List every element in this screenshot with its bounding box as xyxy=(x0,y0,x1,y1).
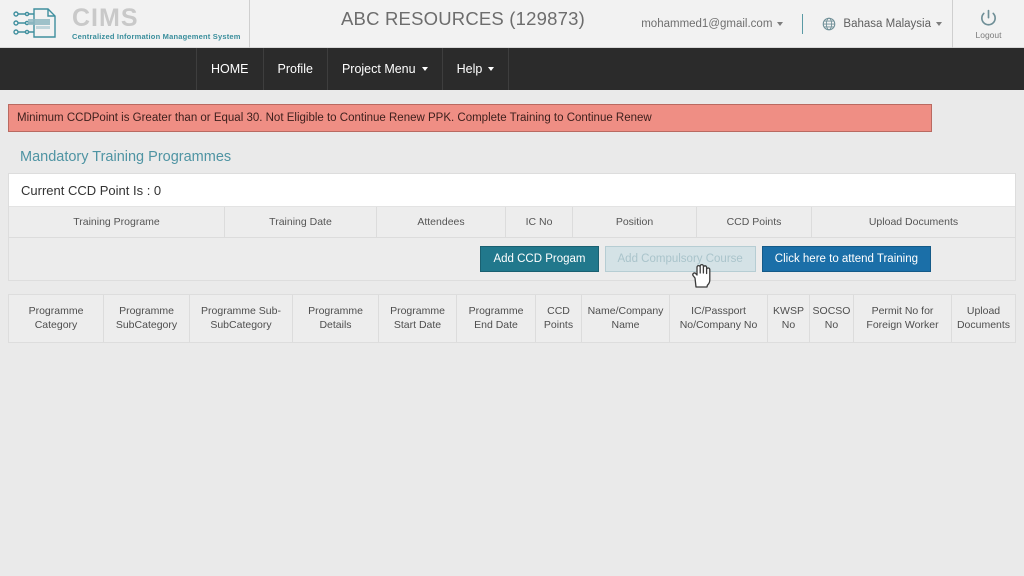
nav-item-profile[interactable]: Profile xyxy=(262,48,328,90)
app-logo[interactable]: CIMS Centralized Information Management … xyxy=(0,0,250,48)
training-table-header: Training Programe Training Date Attendees I… xyxy=(9,207,1015,238)
power-icon xyxy=(981,9,996,26)
section-heading: Mandatory Training Programmes xyxy=(20,149,232,165)
column-header: Training Date xyxy=(224,207,376,237)
chevron-down-icon xyxy=(777,22,784,26)
column-header: Programme End Date xyxy=(456,295,535,342)
column-header: KWSP No xyxy=(767,295,809,342)
mandatory-training-panel: Current CCD Point Is : 0 Training Progra… xyxy=(8,173,1016,281)
nav-item-label: Help xyxy=(456,62,483,76)
nav-item-home[interactable]: HOME xyxy=(196,48,264,90)
column-header: Position xyxy=(572,207,696,237)
column-header: Training Programe xyxy=(73,215,160,228)
column-header: Programme Sub-SubCategory xyxy=(189,295,292,342)
user-email-label: mohammed1@gmail.com xyxy=(641,18,773,30)
programme-table-header: Programme Category Programme SubCategory P… xyxy=(9,295,1015,342)
logout-label: Logout xyxy=(975,30,1002,40)
logo-subtitle: Centralized Information Management Syste… xyxy=(72,32,241,42)
column-header: Programme Start Date xyxy=(378,295,456,342)
nav-item-label: Project Menu xyxy=(341,62,416,76)
column-header: IC No xyxy=(505,207,572,237)
warning-alert: Minimum CCDPoint is Greater than or Equa… xyxy=(8,104,932,132)
chevron-down-icon xyxy=(421,67,428,71)
column-header: Upload Documents xyxy=(951,295,1015,342)
header-divider xyxy=(802,14,804,34)
cims-circuit-document-icon xyxy=(13,7,56,38)
column-header: Attendees xyxy=(376,207,505,237)
chevron-down-icon xyxy=(936,22,942,26)
column-header: Upload Documents xyxy=(811,207,1015,237)
attend-training-button[interactable]: Click here to attend Training xyxy=(761,246,931,272)
nav-item-label: HOME xyxy=(211,62,249,76)
logo-wordmark: CIMS xyxy=(72,4,139,33)
nav-item-project-menu[interactable]: Project Menu xyxy=(326,48,443,90)
top-header-bar: CIMS Centralized Information Management … xyxy=(0,0,1024,48)
page-title: ABC RESOURCES (129873) xyxy=(341,8,585,29)
logout-button[interactable]: Logout xyxy=(952,0,1024,48)
user-account-menu[interactable]: mohammed1@gmail.com xyxy=(631,9,793,39)
current-ccd-point-header: Current CCD Point Is : 0 xyxy=(9,174,1015,207)
language-selector[interactable]: Bahasa Malaysia xyxy=(812,9,952,39)
column-header: Programme Details xyxy=(292,295,378,342)
add-ccd-program-button[interactable]: Add CCD Progam xyxy=(480,246,599,272)
current-ccd-point-label: Current CCD Point Is : 0 xyxy=(21,182,162,198)
column-header: Name/Company Name xyxy=(581,295,669,342)
column-header: CCD Points xyxy=(696,207,811,237)
globe-icon xyxy=(823,17,836,31)
column-header: Programme Category xyxy=(28,305,84,331)
language-label: Bahasa Malaysia xyxy=(843,18,931,30)
column-header: CCD Points xyxy=(535,295,581,342)
chevron-down-icon xyxy=(488,67,495,71)
alert-message: Minimum CCDPoint is Greater than or Equa… xyxy=(17,112,652,124)
programme-table-panel: Programme Category Programme SubCategory P… xyxy=(8,294,1016,343)
nav-item-help[interactable]: Help xyxy=(441,48,510,90)
header-right-controls: mohammed1@gmail.com Bahasa Malaysia Logo… xyxy=(631,0,1024,48)
training-action-button-row: Add CCD Progam Add Compulsory Course Click… xyxy=(9,238,1015,280)
add-compulsory-course-button: Add Compulsory Course xyxy=(604,246,756,272)
main-navigation: HOME Profile Project Menu Help xyxy=(0,48,1024,90)
column-header: IC/Passport No/Company No xyxy=(669,295,767,342)
column-header: SOCSO No xyxy=(809,295,853,342)
nav-item-label: Profile xyxy=(277,62,313,76)
column-header: Programme SubCategory xyxy=(103,295,189,342)
column-header: Permit No for Foreign Worker xyxy=(853,295,951,342)
